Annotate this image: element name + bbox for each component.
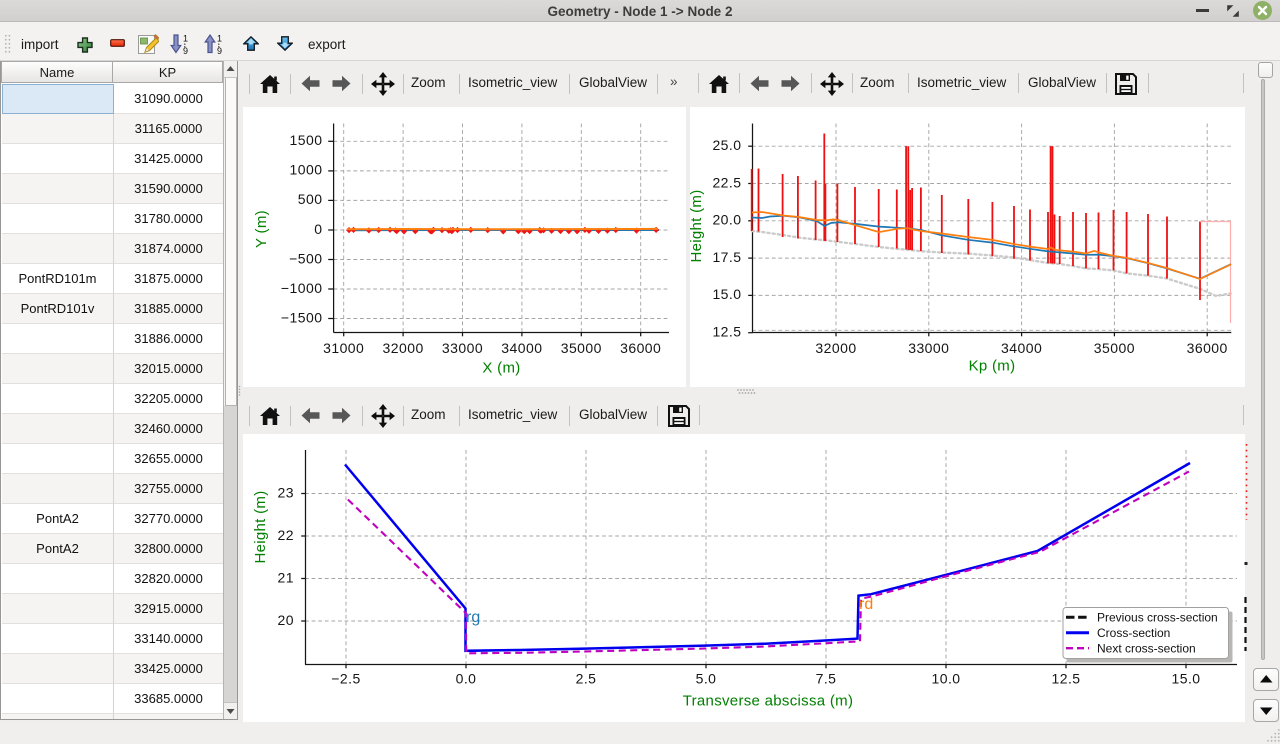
svg-text:15.0: 15.0	[1171, 671, 1200, 687]
svg-text:0.0: 0.0	[456, 671, 477, 687]
svg-text:2.5: 2.5	[576, 671, 597, 687]
svg-text:Height (m): Height (m)	[252, 490, 269, 563]
svg-text:−2.5: −2.5	[331, 671, 360, 687]
svg-text:21: 21	[278, 569, 294, 585]
svg-text:7.5: 7.5	[816, 671, 837, 687]
svg-text:rd: rd	[859, 596, 873, 613]
svg-text:10.0: 10.0	[931, 671, 960, 687]
svg-text:Transverse abscissa (m): Transverse abscissa (m)	[683, 693, 854, 710]
svg-text:20: 20	[278, 612, 294, 628]
svg-text:Previous cross-section: Previous cross-section	[1097, 611, 1218, 625]
svg-text:rg: rg	[466, 609, 480, 626]
svg-text:22: 22	[278, 527, 294, 543]
svg-text:Next cross-section: Next cross-section	[1097, 642, 1196, 656]
svg-text:5.0: 5.0	[696, 671, 717, 687]
svg-text:Cross-section: Cross-section	[1097, 626, 1170, 640]
svg-text:23: 23	[278, 484, 294, 500]
svg-text:12.5: 12.5	[1051, 671, 1080, 687]
